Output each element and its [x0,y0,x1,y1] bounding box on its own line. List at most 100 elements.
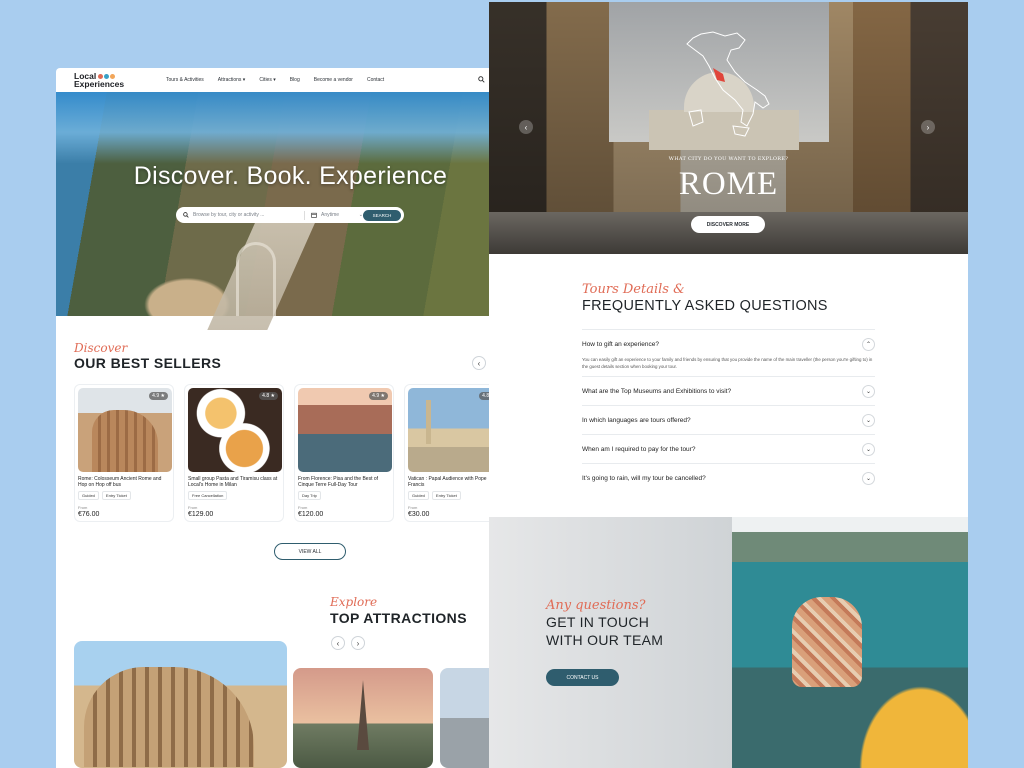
faq-item[interactable]: When am I required to pay for the tour? ⌄ [582,434,875,463]
best-sellers-carousel: 4.9 ★ Rome: Colosseum Ancient Rome and H… [74,384,525,522]
tag: Guided [78,491,99,500]
faq-item[interactable]: What are the Top Museums and Exhibitions… [582,376,875,405]
nav-link-attractions[interactable]: Attractions ▾ [218,77,246,83]
tour-tags: Day Trip [298,491,390,500]
search-query[interactable]: Browse by tour, city or activity ... [183,212,298,218]
chevron-left-icon[interactable]: ‹ [519,120,533,134]
tour-card[interactable]: 4.9 ★ From Florence: Pisa and the Best o… [294,384,394,522]
tour-name: Rome: Colosseum Ancient Rome and Hop on … [78,476,162,489]
price-from-label: From [78,505,88,510]
tour-price: €129.00 [188,511,214,518]
top-attractions-kicker: Explore [330,595,378,609]
city-hero: ‹ › WHAT CITY DO YOU WANT TO EXPLORE? RO… [489,2,968,254]
tag: Entry Ticket [101,491,131,500]
faq-question: It's going to rain, will my tour be canc… [582,474,706,482]
chevron-down-icon[interactable]: ⌄ [862,471,875,485]
tour-card[interactable]: 4.8 ★ Small group Pasta and Tiramisu cla… [184,384,284,522]
tour-name: From Florence: Pisa and the Best of Cinq… [298,476,379,489]
faq-kicker: Tours Details & [582,282,685,297]
attraction-card-eiffel-tower[interactable] [293,668,433,768]
calendar-icon [311,212,317,218]
contact-us-button[interactable]: CONTACT US [546,669,619,686]
price-from-label: From [298,505,308,510]
chevron-left-icon[interactable]: ‹ [472,356,486,370]
tag: Entry Ticket [431,491,461,500]
faq-item[interactable]: In which languages are tours offered? ⌄ [582,405,875,434]
tour-price: €30.00 [408,511,430,518]
top-attractions-title: TOP ATTRACTIONS [330,610,467,626]
best-sellers-kicker: Discover [74,341,128,355]
faq-question: In which languages are tours offered? [582,416,691,424]
tag: Guided [408,491,429,500]
faq-list: How to gift an experience? ⌃ You can easi… [582,329,875,492]
tag: Free Cancellation [188,491,228,500]
nav-link-blog[interactable]: Blog [290,77,300,83]
tour-name: Small group Pasta and Tiramisu class at … [188,476,278,489]
hero-bridge-shape [236,242,276,316]
hero-banner: Discover. Book. Experience Browse by tou… [56,92,525,330]
faq-title: FREQUENTLY ASKED QUESTIONS [582,298,828,314]
city-page-panel: ‹ › WHAT CITY DO YOU WANT TO EXPLORE? RO… [489,2,968,768]
chevron-down-icon[interactable]: ⌄ [862,442,875,456]
tour-name: Vatican : Papal Audience with Pope Franc… [408,476,487,489]
faq-question: When am I required to pay for the tour? [582,445,696,453]
cinque-terre-image [732,517,968,768]
view-all-button[interactable]: VIEW ALL [274,543,346,560]
navbar: Local Experiences Tours & Activities Att… [56,68,525,92]
italy-map-icon [686,31,770,137]
tour-image-colosseum: 4.9 ★ [78,388,172,472]
nav-link-contact[interactable]: Contact [367,77,384,83]
town-shape [792,597,862,687]
faq-item[interactable]: It's going to rain, will my tour be canc… [582,463,875,492]
contact-kicker: Any questions? [546,598,646,613]
date-picker[interactable]: Anytime ⌄ [311,212,363,218]
rating-badge: 4.9 ★ [149,392,168,400]
nav-link-vendor[interactable]: Become a vendor [314,77,353,83]
rating-badge: 4.9 ★ [369,392,388,400]
nav-link-tours[interactable]: Tours & Activities [166,77,204,83]
nav-links: Tours & Activities Attractions ▾ Cities … [166,77,384,83]
chevron-right-icon[interactable]: › [921,120,935,134]
rating-badge: 4.8 ★ [259,392,278,400]
logo-line2: Experiences [74,79,125,89]
tour-tags: Free Cancellation [188,491,280,500]
best-sellers-title: OUR BEST SELLERS [74,355,222,371]
search-bar: Browse by tour, city or activity ... Any… [176,207,404,223]
faq-question: How to gift an experience? [582,340,659,348]
date-value: Anytime [321,212,340,218]
logo[interactable]: Local Experiences [74,72,166,89]
city-name: ROME [678,166,779,202]
tag: Day Trip [298,491,321,500]
chevron-down-icon[interactable]: ⌄ [862,413,875,427]
city-question: WHAT CITY DO YOU WANT TO EXPLORE? [668,156,789,162]
search-icon[interactable] [478,75,485,85]
homepage-panel: Local Experiences Tours & Activities Att… [56,68,525,768]
discover-more-button[interactable]: DISCOVER MORE [691,216,765,233]
tour-price: €120.00 [298,511,324,518]
faq-item[interactable]: How to gift an experience? ⌃ You can easi… [582,329,875,370]
faq-question: What are the Top Museums and Exhibitions… [582,387,732,395]
contact-title-line2: WITH OUR TEAM [546,632,664,648]
chevron-right-icon[interactable]: › [351,636,365,650]
top-attractions-arrows: ‹ › [331,636,365,650]
nav-link-cities[interactable]: Cities ▾ [259,77,275,83]
tour-image-vatican: 4.8 ★ [408,388,502,472]
search-divider [304,210,305,220]
tour-price: €76.00 [78,511,100,518]
search-icon [183,212,189,218]
tour-tags: Guided Entry Ticket [78,491,170,500]
hero-title: Discover. Book. Experience [133,162,448,190]
search-button[interactable]: SEARCH [363,209,401,221]
chevron-left-icon[interactable]: ‹ [331,636,345,650]
faq-answer: You can easily gift an experience to you… [582,357,873,369]
chevron-down-icon[interactable]: ⌄ [862,384,875,398]
tour-card[interactable]: 4.9 ★ Rome: Colosseum Ancient Rome and H… [74,384,174,522]
price-from-label: From [408,505,418,510]
tour-image-venice: 4.9 ★ [298,388,392,472]
tour-tags: Guided Entry Ticket [408,491,500,500]
search-input[interactable]: Browse by tour, city or activity ... [193,212,264,218]
chevron-up-icon[interactable]: ⌃ [862,337,875,351]
attraction-card-colosseum[interactable] [74,641,287,768]
tour-image-pasta: 4.8 ★ [188,388,282,472]
price-from-label: From [188,505,198,510]
